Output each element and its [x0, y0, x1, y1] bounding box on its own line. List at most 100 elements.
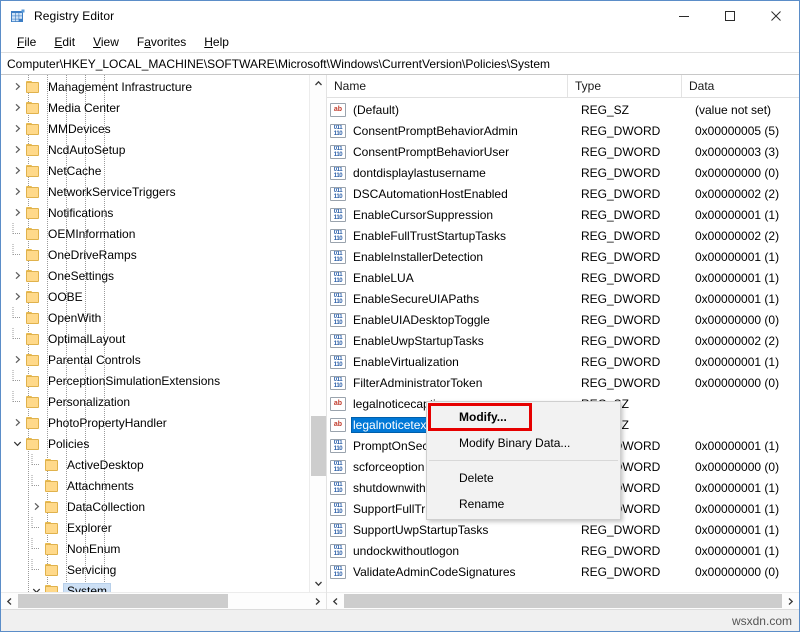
tree-scroll-right-icon[interactable]: [309, 593, 326, 609]
tree-hscroll-thumb[interactable]: [18, 594, 228, 608]
column-header-type[interactable]: Type: [568, 75, 682, 97]
chevron-right-icon[interactable]: [9, 349, 25, 370]
tree-item[interactable]: NetworkServiceTriggers: [1, 181, 309, 202]
tree-item[interactable]: ActiveDesktop: [1, 454, 309, 475]
list-row[interactable]: 011110ValidateAdminCodeSignaturesREG_DWO…: [327, 561, 799, 582]
dword-value-icon: 011110: [330, 145, 346, 159]
tree-item[interactable]: Parental Controls: [1, 349, 309, 370]
value-name: EnableInstallerDetection: [351, 249, 581, 265]
list-row[interactable]: ab(Default)REG_SZ(value not set): [327, 99, 799, 120]
list-row[interactable]: 011110SupportUwpStartupTasksREG_DWORD0x0…: [327, 519, 799, 540]
list-row[interactable]: 011110undockwithoutlogonREG_DWORD0x00000…: [327, 540, 799, 561]
tree-item[interactable]: NetCache: [1, 160, 309, 181]
chevron-right-icon[interactable]: [9, 160, 25, 181]
tree-item[interactable]: OneDriveRamps: [1, 244, 309, 265]
tree-item[interactable]: Attachments: [1, 475, 309, 496]
tree-item-label: DataCollection: [63, 499, 149, 515]
folder-icon: [44, 584, 60, 593]
menu-help[interactable]: Help: [195, 33, 238, 51]
chevron-right-icon[interactable]: [28, 496, 44, 517]
list-row[interactable]: 011110ConsentPromptBehaviorAdminREG_DWOR…: [327, 120, 799, 141]
tree-item[interactable]: OpenWith: [1, 307, 309, 328]
tree-item[interactable]: OptimalLayout: [1, 328, 309, 349]
tree-item[interactable]: Explorer: [1, 517, 309, 538]
chevron-right-icon[interactable]: [9, 286, 25, 307]
chevron-right-icon[interactable]: [9, 202, 25, 223]
tree-item[interactable]: OneSettings: [1, 265, 309, 286]
column-header-name[interactable]: Name: [327, 75, 568, 97]
context-menu[interactable]: Modify... Modify Binary Data... Delete R…: [426, 401, 621, 520]
folder-icon: [25, 164, 41, 178]
value-type: REG_DWORD: [581, 334, 695, 348]
chevron-right-icon[interactable]: [9, 181, 25, 202]
folder-icon: [25, 353, 41, 367]
tree-horizontal-scrollbar[interactable]: [1, 592, 326, 609]
dword-value-icon: 011110: [330, 439, 346, 453]
menu-edit[interactable]: Edit: [45, 33, 84, 51]
minimize-button[interactable]: [661, 1, 707, 31]
tree-item[interactable]: System: [1, 580, 309, 592]
address-bar[interactable]: Computer\HKEY_LOCAL_MACHINE\SOFTWARE\Mic…: [1, 52, 799, 75]
tree-item[interactable]: Management Infrastructure: [1, 76, 309, 97]
list-hscroll-thumb[interactable]: [344, 594, 782, 608]
tree-item[interactable]: NonEnum: [1, 538, 309, 559]
chevron-down-icon[interactable]: [28, 580, 44, 592]
list-row[interactable]: 011110EnableUwpStartupTasksREG_DWORD0x00…: [327, 330, 799, 351]
tree-scroll-up-icon[interactable]: [310, 75, 326, 92]
tree-item[interactable]: DataCollection: [1, 496, 309, 517]
list-row[interactable]: 011110dontdisplaylastusernameREG_DWORD0x…: [327, 162, 799, 183]
list-row[interactable]: 011110EnableLUAREG_DWORD0x00000001 (1): [327, 267, 799, 288]
list-row[interactable]: 011110DSCAutomationHostEnabledREG_DWORD0…: [327, 183, 799, 204]
list-scroll-left-icon[interactable]: [327, 593, 344, 609]
close-button[interactable]: [753, 1, 799, 31]
value-type: REG_DWORD: [581, 187, 695, 201]
list-row[interactable]: 011110EnableInstallerDetectionREG_DWORD0…: [327, 246, 799, 267]
tree-item[interactable]: NcdAutoSetup: [1, 139, 309, 160]
menu-view[interactable]: View: [84, 33, 128, 51]
tree-item[interactable]: PhotoPropertyHandler: [1, 412, 309, 433]
tree-item[interactable]: OOBE: [1, 286, 309, 307]
context-menu-item-delete[interactable]: Delete: [427, 465, 620, 491]
list-row[interactable]: 011110EnableUIADesktopToggleREG_DWORD0x0…: [327, 309, 799, 330]
tree-scroll-thumb[interactable]: [311, 416, 326, 476]
list-row[interactable]: 011110FilterAdministratorTokenREG_DWORD0…: [327, 372, 799, 393]
tree-item[interactable]: PerceptionSimulationExtensions: [1, 370, 309, 391]
tree-scroll-left-icon[interactable]: [1, 593, 18, 609]
chevron-right-icon[interactable]: [9, 412, 25, 433]
string-value-icon: ab: [330, 103, 346, 117]
chevron-right-icon[interactable]: [9, 76, 25, 97]
tree-item[interactable]: Servicing: [1, 559, 309, 580]
dword-value-icon: 011110: [330, 271, 346, 285]
menu-favorites[interactable]: Favorites: [128, 33, 195, 51]
tree-item[interactable]: Media Center: [1, 97, 309, 118]
tree-item[interactable]: Personalization: [1, 391, 309, 412]
value-name: EnableVirtualization: [351, 354, 581, 370]
list-row[interactable]: 011110EnableSecureUIAPathsREG_DWORD0x000…: [327, 288, 799, 309]
list-row[interactable]: 011110EnableCursorSuppressionREG_DWORD0x…: [327, 204, 799, 225]
context-menu-item-rename[interactable]: Rename: [427, 491, 620, 517]
tree-item[interactable]: OEMInformation: [1, 223, 309, 244]
list-scroll-right-icon[interactable]: [782, 593, 799, 609]
chevron-right-icon[interactable]: [9, 118, 25, 139]
value-data: 0x00000001 (1): [695, 271, 799, 285]
list-horizontal-scrollbar[interactable]: [327, 592, 799, 609]
tree-item[interactable]: Policies: [1, 433, 309, 454]
list-row[interactable]: 011110EnableVirtualizationREG_DWORD0x000…: [327, 351, 799, 372]
chevron-right-icon[interactable]: [9, 97, 25, 118]
tree-vertical-scrollbar[interactable]: [309, 75, 326, 592]
tree-item[interactable]: Notifications: [1, 202, 309, 223]
menu-file[interactable]: File: [8, 33, 45, 51]
maximize-button[interactable]: [707, 1, 753, 31]
list-row[interactable]: 011110EnableFullTrustStartupTasksREG_DWO…: [327, 225, 799, 246]
list-row[interactable]: 011110ConsentPromptBehaviorUserREG_DWORD…: [327, 141, 799, 162]
tree-scroll-down-icon[interactable]: [310, 575, 326, 592]
column-header-data[interactable]: Data: [682, 75, 799, 97]
chevron-down-icon[interactable]: [9, 433, 25, 454]
context-menu-item-modify[interactable]: Modify...: [427, 404, 620, 430]
context-menu-item-modify-binary-data[interactable]: Modify Binary Data...: [427, 430, 620, 456]
tree-item[interactable]: MMDevices: [1, 118, 309, 139]
chevron-right-icon[interactable]: [9, 265, 25, 286]
value-data: 0x00000001 (1): [695, 250, 799, 264]
dword-value-icon: 011110: [330, 166, 346, 180]
chevron-right-icon[interactable]: [9, 139, 25, 160]
